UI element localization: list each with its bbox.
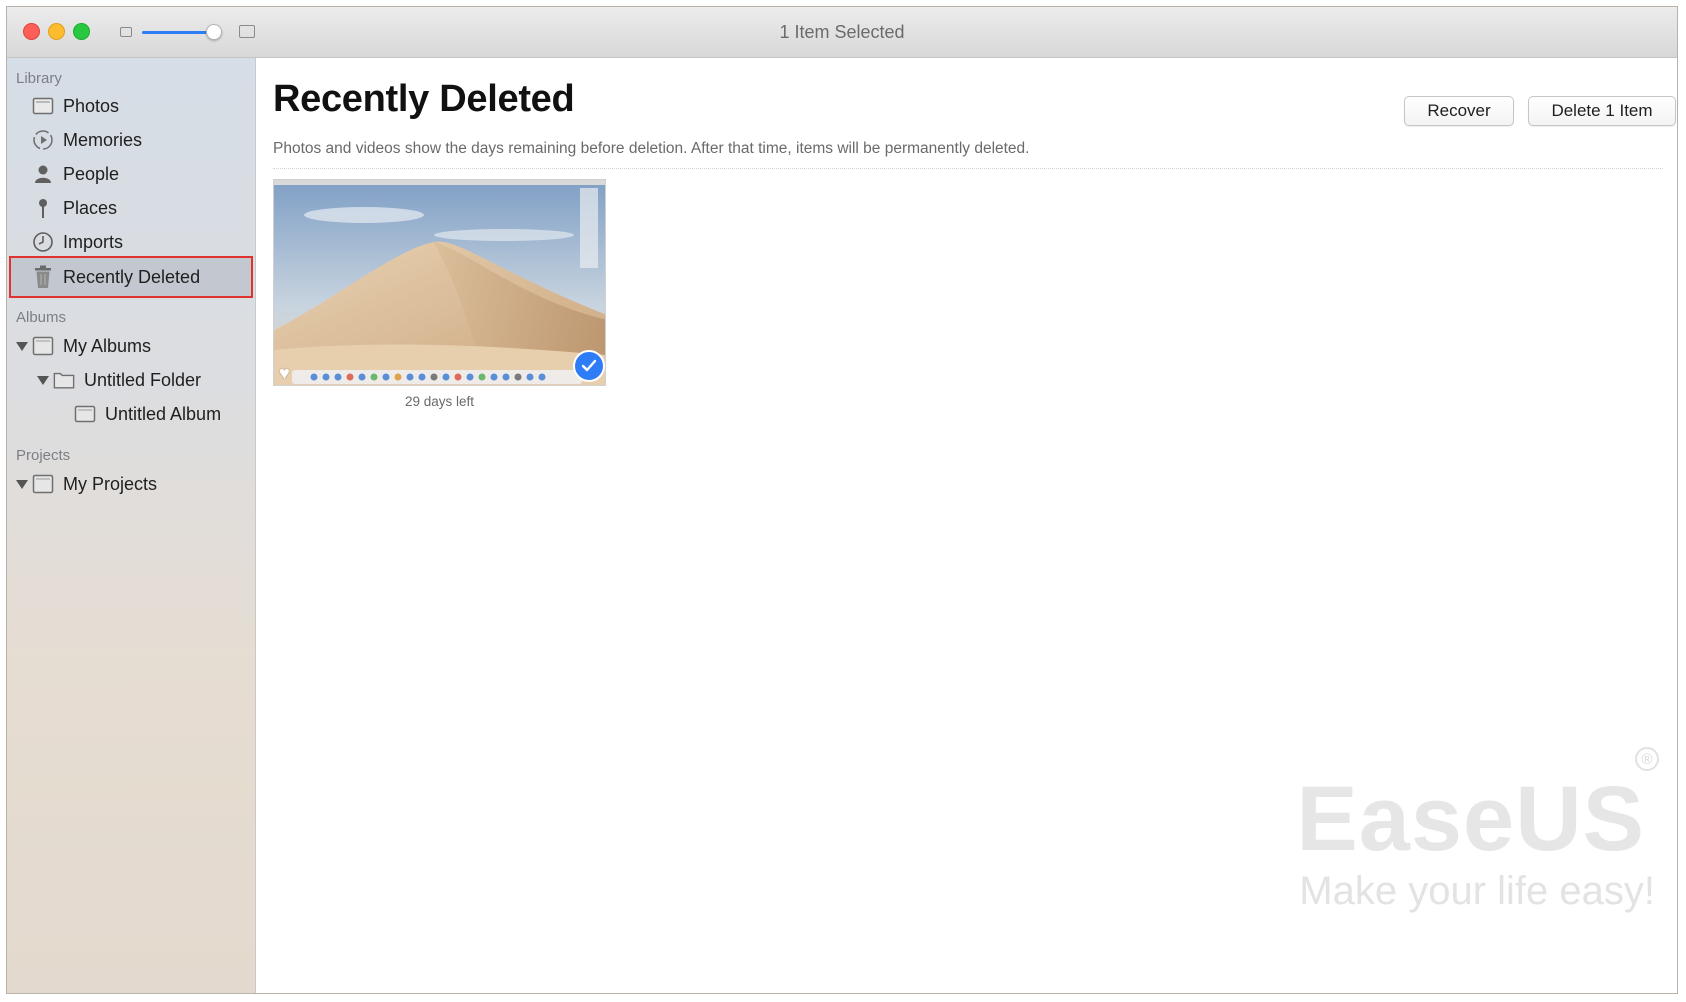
photos-window: 1 Item Selected Library Photos Memories … bbox=[6, 6, 1678, 994]
selected-checkmark-icon bbox=[573, 350, 605, 382]
sidebar-item-memories[interactable]: Memories bbox=[11, 123, 251, 157]
sidebar-item-label: Memories bbox=[63, 129, 143, 150]
folder-icon bbox=[53, 369, 75, 391]
sidebar-heading-projects: Projects bbox=[16, 447, 71, 464]
disclosure-triangle-icon[interactable] bbox=[16, 480, 28, 489]
window-title: 1 Item Selected bbox=[779, 22, 905, 42]
memories-icon bbox=[32, 129, 54, 151]
sidebar-item-label: People bbox=[63, 163, 120, 184]
sidebar-item-untitled-folder[interactable]: Untitled Folder bbox=[11, 363, 251, 397]
sidebar-heading-albums: Albums bbox=[16, 309, 67, 326]
sidebar-item-recently-deleted[interactable]: Recently Deleted bbox=[9, 256, 253, 298]
sidebar-item-label: Places bbox=[63, 197, 118, 218]
imports-icon bbox=[32, 231, 54, 253]
sidebar-item-places[interactable]: Places bbox=[11, 191, 251, 225]
disclosure-triangle-icon[interactable] bbox=[16, 342, 28, 351]
sidebar-item-people[interactable]: People bbox=[11, 157, 251, 191]
sidebar-item-label: My Albums bbox=[63, 335, 152, 356]
sidebar-heading-library: Library bbox=[16, 70, 62, 87]
recover-button[interactable]: Recover bbox=[1404, 96, 1514, 126]
easeus-watermark-logo: ® EaseUS Make your life easy! bbox=[1047, 747, 1667, 947]
deleted-photo-thumbnail[interactable] bbox=[273, 179, 606, 386]
sidebar-item-my-projects[interactable]: My Projects bbox=[11, 467, 251, 501]
sidebar-item-untitled-album[interactable]: Untitled Album bbox=[11, 397, 251, 431]
sidebar-item-label: Recently Deleted bbox=[63, 266, 201, 287]
sidebar-item-my-albums[interactable]: My Albums bbox=[11, 329, 251, 363]
album-icon bbox=[32, 335, 54, 357]
watermark-brand: EaseUS bbox=[1296, 768, 1645, 870]
delete-item-button[interactable]: Delete 1 Item bbox=[1528, 96, 1676, 126]
sidebar-item-label: Untitled Folder bbox=[84, 369, 202, 390]
places-icon bbox=[32, 197, 54, 219]
sidebar-item-photos[interactable]: Photos bbox=[11, 89, 251, 123]
album-icon bbox=[74, 403, 96, 425]
album-icon bbox=[32, 473, 54, 495]
sidebar-item-label: My Projects bbox=[63, 473, 158, 494]
page-description: Photos and videos show the days remainin… bbox=[273, 140, 1030, 157]
sidebar-item-label: Photos bbox=[63, 95, 120, 116]
disclosure-triangle-icon[interactable] bbox=[37, 376, 49, 385]
people-icon bbox=[32, 163, 54, 185]
photos-icon bbox=[32, 95, 54, 117]
divider bbox=[273, 168, 1663, 169]
sidebar: Library Photos Memories People Places Im… bbox=[7, 58, 256, 993]
sidebar-item-label: Imports bbox=[63, 231, 124, 252]
sidebar-item-imports[interactable]: Imports bbox=[11, 225, 251, 259]
days-left-caption: 29 days left bbox=[404, 394, 475, 409]
title-bar: 1 Item Selected bbox=[7, 7, 1677, 58]
watermark-tagline: Make your life easy! bbox=[1299, 869, 1655, 913]
heart-icon[interactable]: ♥ bbox=[279, 363, 290, 384]
trash-icon bbox=[32, 265, 54, 288]
sidebar-item-label: Untitled Album bbox=[105, 403, 222, 424]
page-title: Recently Deleted bbox=[273, 78, 575, 120]
